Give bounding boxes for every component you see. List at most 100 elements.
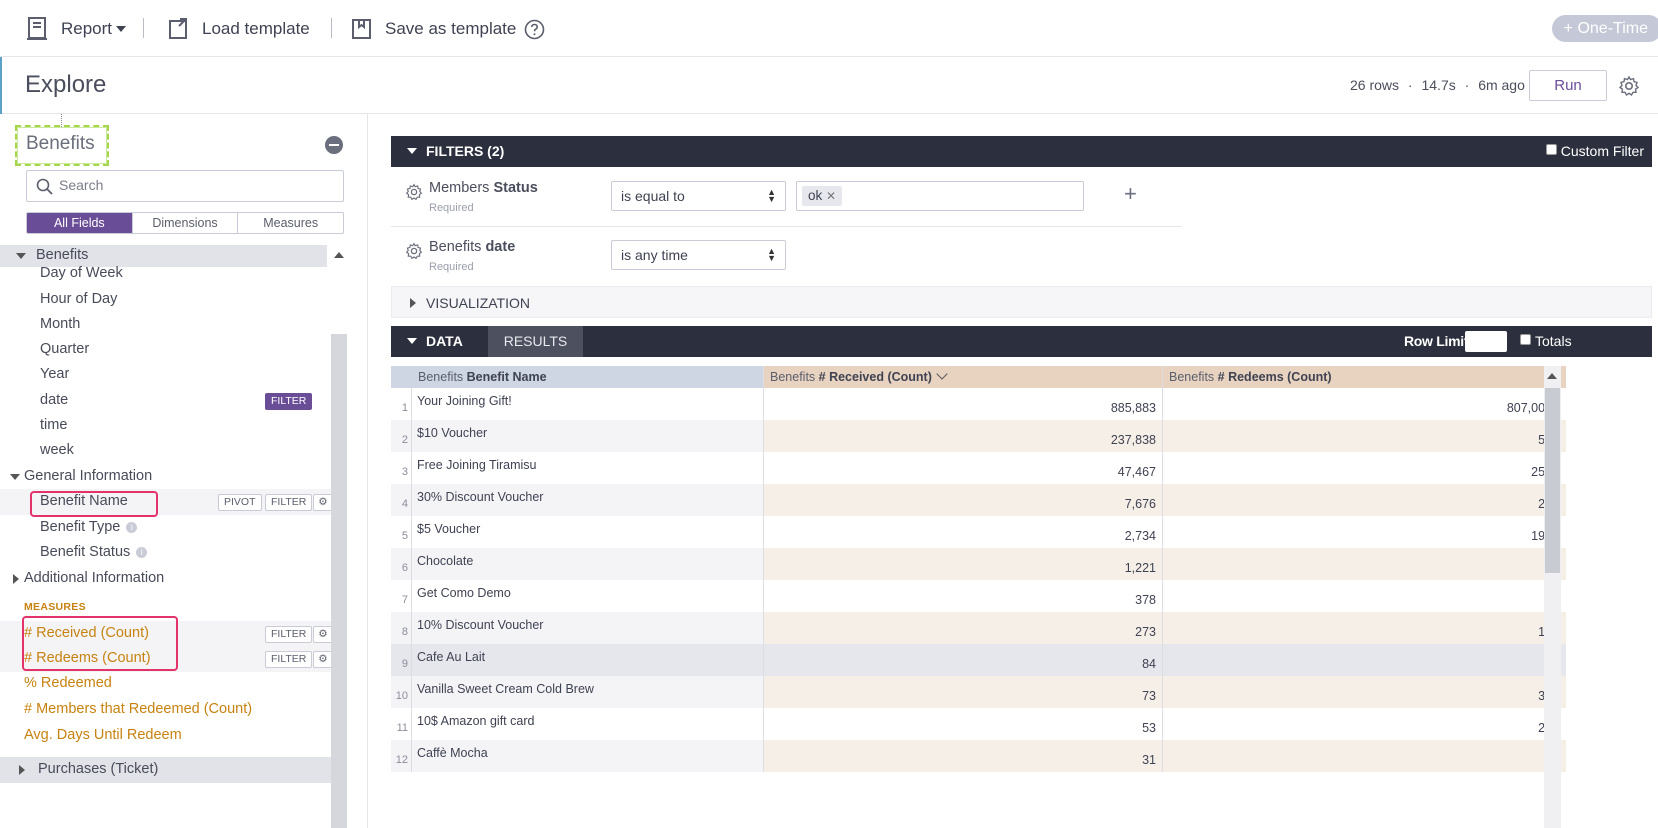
table-row[interactable]: 3 Free Joining Tiramisu 47,467 255 bbox=[391, 452, 1566, 484]
add-filter-icon[interactable]: + bbox=[1124, 181, 1137, 207]
cell-received-count[interactable]: 31 bbox=[764, 740, 1163, 772]
measure-avg-days[interactable]: Avg. Days Until Redeem bbox=[0, 723, 345, 749]
caret-down-icon[interactable] bbox=[407, 338, 417, 344]
remove-tag-icon[interactable]: ✕ bbox=[826, 189, 836, 203]
table-row[interactable]: 430% Discount Voucher7,67628 bbox=[391, 484, 1566, 516]
tab-all-fields[interactable]: All Fields bbox=[27, 213, 133, 233]
cell-redeems-count[interactable]: 255 bbox=[1163, 452, 1566, 484]
filters-section-header[interactable]: FILTERS (2) Custom Filter bbox=[391, 136, 1652, 167]
scroll-up-arrow-icon[interactable] bbox=[1547, 373, 1557, 379]
pivot-button[interactable]: PIVOT bbox=[218, 494, 262, 511]
operator-select[interactable]: is equal to ▲ ▼ bbox=[611, 181, 786, 211]
cell-received-count[interactable]: 378 bbox=[764, 580, 1163, 612]
cell-received-count[interactable]: 273 bbox=[764, 612, 1163, 644]
gear-icon[interactable] bbox=[1618, 75, 1640, 97]
cell-benefit-name[interactable]: 10% Discount Voucher bbox=[412, 612, 764, 644]
save-template-button[interactable]: Save as template bbox=[350, 14, 516, 44]
measure-members-redeemed[interactable]: # Members that Redeemed (Count) bbox=[0, 697, 345, 723]
cell-benefit-name[interactable]: Your Joining Gift! bbox=[412, 388, 764, 420]
cell-redeems-count[interactable]: 10 bbox=[1163, 612, 1566, 644]
gear-icon[interactable]: ⚙ bbox=[313, 626, 333, 643]
table-row[interactable]: 7Get Como Demo3785 bbox=[391, 580, 1566, 612]
filter-value-input[interactable]: ok ✕ bbox=[796, 181, 1084, 211]
table-row[interactable]: 12Caffè Mocha316 bbox=[391, 740, 1566, 772]
cell-received-count[interactable]: 73 bbox=[764, 676, 1163, 708]
scroll-up-arrow-icon[interactable] bbox=[334, 252, 344, 258]
table-row[interactable]: 1 Your Joining Gift! 885,883 807,000 bbox=[391, 388, 1566, 420]
field-month[interactable]: Month bbox=[0, 312, 345, 338]
table-row[interactable]: 5 $5 Voucher 2,734 193 bbox=[391, 516, 1566, 548]
group-purchases-ticket[interactable]: Purchases (Ticket) bbox=[0, 757, 345, 783]
table-row[interactable]: 1110$ Amazon gift card5322 bbox=[391, 708, 1566, 740]
totals-toggle[interactable]: Totals bbox=[1520, 333, 1572, 349]
cell-received-count[interactable]: 53 bbox=[764, 708, 1163, 740]
tab-results[interactable]: RESULTS bbox=[488, 326, 583, 357]
field-day-of-week[interactable]: Day of Week bbox=[0, 261, 345, 287]
tab-dimensions[interactable]: Dimensions bbox=[133, 213, 239, 233]
one-time-button[interactable]: + One-Time bbox=[1551, 15, 1658, 42]
operator-select[interactable]: is any time ▲ ▼ bbox=[611, 240, 786, 270]
report-menu[interactable]: Report bbox=[26, 14, 127, 44]
run-button[interactable]: Run bbox=[1529, 70, 1607, 101]
gear-icon[interactable]: ⚙ bbox=[313, 494, 333, 511]
column-header-benefit-name[interactable]: Benefits Benefit Name bbox=[412, 366, 764, 388]
cell-redeems-count[interactable]: 5 bbox=[1163, 580, 1566, 612]
cell-benefit-name[interactable]: 30% Discount Voucher bbox=[412, 484, 764, 516]
column-header-redeems-count[interactable]: Benefits # Redeems (Count) bbox=[1163, 366, 1566, 388]
table-row[interactable]: 6Chocolate1,2212 bbox=[391, 548, 1566, 580]
search-input[interactable] bbox=[59, 177, 329, 193]
field-benefit-status[interactable]: Benefit Status i bbox=[0, 540, 345, 566]
filter-button[interactable]: FILTER bbox=[265, 494, 313, 511]
group-additional-information[interactable]: Additional Information bbox=[0, 566, 345, 592]
load-template-button[interactable]: Load template bbox=[167, 14, 310, 44]
cell-redeems-count[interactable]: 8 bbox=[1163, 644, 1566, 676]
field-benefit-type[interactable]: Benefit Type i bbox=[0, 515, 345, 541]
cell-benefit-name[interactable]: Cafe Au Lait bbox=[412, 644, 764, 676]
gear-icon[interactable] bbox=[405, 242, 423, 260]
cell-received-count[interactable]: 84 bbox=[764, 644, 1163, 676]
filter-button[interactable]: FILTER bbox=[265, 651, 313, 668]
cell-redeems-count[interactable]: 22 bbox=[1163, 708, 1566, 740]
measure-redeemed-pct[interactable]: % Redeemed bbox=[0, 671, 345, 697]
cell-benefit-name[interactable]: Vanilla Sweet Cream Cold Brew bbox=[412, 676, 764, 708]
custom-filter-checkbox[interactable] bbox=[1545, 144, 1557, 155]
visualization-section-header[interactable]: VISUALIZATION bbox=[391, 286, 1652, 318]
row-limit-input[interactable] bbox=[1465, 331, 1507, 352]
cell-redeems-count[interactable]: 2 bbox=[1163, 548, 1566, 580]
scrollbar-thumb[interactable] bbox=[331, 334, 347, 828]
cell-benefit-name[interactable]: $10 Voucher bbox=[412, 420, 764, 452]
cell-redeems-count[interactable]: 56 bbox=[1163, 420, 1566, 452]
info-icon[interactable]: i bbox=[136, 547, 148, 558]
field-hour-of-day[interactable]: Hour of Day bbox=[0, 287, 345, 313]
table-row[interactable]: 9Cafe Au Lait848 bbox=[391, 644, 1566, 676]
table-scrollbar[interactable] bbox=[1544, 366, 1561, 828]
table-row[interactable]: 2$10 Voucher237,83856 bbox=[391, 420, 1566, 452]
cell-redeems-count[interactable]: 31 bbox=[1163, 676, 1566, 708]
field-year[interactable]: Year bbox=[0, 362, 345, 388]
field-quarter[interactable]: Quarter bbox=[0, 337, 345, 363]
cell-benefit-name[interactable]: 10$ Amazon gift card bbox=[412, 708, 764, 740]
cell-benefit-name[interactable]: Chocolate bbox=[412, 548, 764, 580]
filter-button[interactable]: FILTER bbox=[265, 626, 313, 643]
filter-active-badge[interactable]: FILTER bbox=[265, 393, 313, 410]
cell-redeems-count[interactable]: 807,000 bbox=[1163, 388, 1566, 420]
cell-received-count[interactable]: 1,221 bbox=[764, 548, 1163, 580]
cell-benefit-name[interactable]: Free Joining Tiramisu bbox=[412, 452, 764, 484]
info-icon[interactable]: i bbox=[126, 522, 138, 533]
tab-measures[interactable]: Measures bbox=[238, 213, 343, 233]
tab-data[interactable]: DATA bbox=[426, 333, 463, 349]
cell-redeems-count[interactable]: 6 bbox=[1163, 740, 1566, 772]
cell-received-count[interactable]: 7,676 bbox=[764, 484, 1163, 516]
field-date[interactable]: date FILTER bbox=[0, 388, 345, 414]
cell-benefit-name[interactable]: Caffè Mocha bbox=[412, 740, 764, 772]
table-row[interactable]: 810% Discount Voucher27310 bbox=[391, 612, 1566, 644]
cell-benefit-name[interactable]: Get Como Demo bbox=[412, 580, 764, 612]
gear-icon[interactable] bbox=[405, 183, 423, 201]
totals-checkbox[interactable] bbox=[1520, 334, 1531, 345]
cell-redeems-count[interactable]: 193 bbox=[1163, 516, 1566, 548]
table-row[interactable]: 10Vanilla Sweet Cream Cold Brew7331 bbox=[391, 676, 1566, 708]
cell-received-count[interactable]: 2,734 bbox=[764, 516, 1163, 548]
scrollbar-thumb[interactable] bbox=[1545, 388, 1560, 573]
column-header-received-count[interactable]: Benefits # Received (Count) bbox=[764, 366, 1163, 388]
custom-filter-toggle[interactable]: Custom Filter bbox=[1545, 143, 1644, 159]
